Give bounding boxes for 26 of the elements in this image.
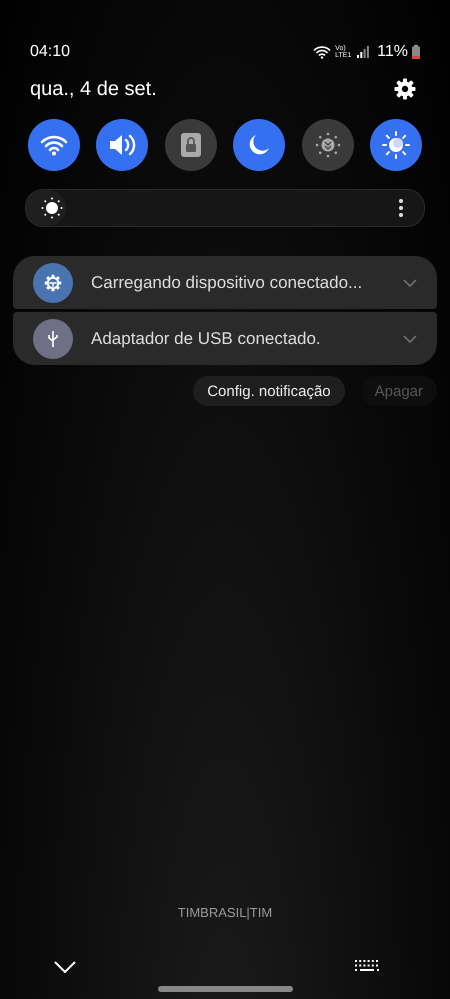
battery-percent: 11% — [377, 43, 408, 61]
battery-icon — [412, 45, 420, 59]
carrier-name: TIMBRASIL|TIM — [178, 905, 272, 920]
notification-text: Adaptador de USB conectado. — [91, 328, 322, 348]
more-options-icon[interactable] — [399, 199, 403, 217]
brightness-slider[interactable] — [25, 189, 425, 227]
usb-icon — [47, 330, 59, 348]
action-button[interactable]: Config. notificação — [193, 376, 345, 406]
eye-comfort-icon — [314, 131, 342, 159]
wifi-icon — [313, 46, 332, 58]
lock-icon — [180, 133, 201, 157]
clock: 04:10 — [30, 43, 70, 61]
keyboard-icon[interactable] — [355, 960, 379, 974]
notification-card[interactable]: Adaptador de USB conectado. — [13, 312, 437, 365]
wifi-icon — [40, 134, 68, 156]
sun-icon — [380, 130, 411, 160]
speaker-icon — [108, 133, 136, 157]
signal-icon — [357, 46, 370, 58]
notification-card[interactable]: Carregando dispositivo conectado... — [13, 256, 437, 309]
settings-icon[interactable] — [393, 77, 417, 101]
quick-toggle[interactable] — [28, 119, 80, 171]
moon-icon — [247, 133, 272, 157]
sun-icon — [41, 197, 63, 219]
date: qua., 4 de set. — [30, 78, 157, 100]
gear-icon — [44, 274, 62, 292]
notification-text: Carregando dispositivo conectado... — [91, 272, 364, 292]
